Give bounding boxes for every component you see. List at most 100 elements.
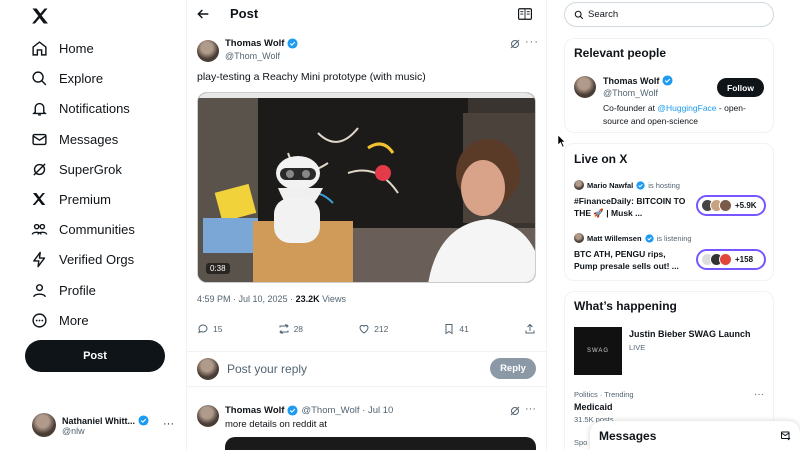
drawer-title: Messages [599, 429, 657, 443]
account-name: Nathaniel Whitt... [62, 415, 135, 426]
mouse-cursor-icon [558, 135, 566, 147]
event-status: LIVE [629, 343, 646, 352]
author-handle[interactable]: @Thom_Wolf [225, 51, 280, 61]
verified-badge-icon [636, 180, 645, 190]
verified-badge-icon [662, 75, 673, 86]
verified-badge-icon [644, 233, 654, 243]
more-options-icon[interactable]: ··· [754, 389, 764, 400]
share-action[interactable] [524, 323, 536, 335]
trend-category: Politics · Trending [574, 390, 634, 399]
bookmark-action[interactable]: 41 [443, 323, 469, 335]
nav-label: Profile [59, 282, 96, 298]
bell-icon [30, 99, 48, 117]
messages-drawer[interactable]: Messages [590, 421, 800, 450]
card-title: Live on X [574, 152, 628, 166]
tweet-actions: 15 28 212 41 [197, 323, 536, 335]
search-input[interactable]: Search [564, 2, 774, 27]
grok-icon[interactable] [509, 38, 521, 50]
tweet-text: play-testing a Reachy Mini prototype (wi… [197, 71, 426, 83]
avatar[interactable] [574, 76, 596, 98]
nav-label: Verified Orgs [59, 251, 135, 267]
person-handle[interactable]: @Thom_Wolf [603, 88, 658, 98]
back-arrow-icon[interactable] [195, 6, 211, 22]
like-action[interactable]: 212 [358, 323, 388, 335]
search-icon [30, 69, 48, 87]
reply-header: Thomas Wolf @Thom_Wolf · Jul 10 [225, 405, 393, 416]
reply-input[interactable]: Post your reply [227, 362, 307, 376]
live-status: is listening [656, 233, 692, 243]
relevant-people-card: Relevant people Thomas Wolf @Thom_Wolf F… [564, 38, 774, 133]
video-duration: 0:38 [206, 263, 230, 274]
more-options-icon[interactable]: ··· [525, 36, 539, 48]
video-player[interactable]: 0:38 [197, 92, 536, 283]
live-space-title[interactable]: #FinanceDaily: BITCOIN TO THE 🚀 | Musk .… [574, 195, 686, 219]
avatar [719, 253, 732, 266]
reader-mode-icon[interactable] [518, 8, 532, 20]
page-title: Post [230, 6, 259, 21]
nav-explore[interactable]: Explore [30, 66, 103, 90]
card-title: Relevant people [574, 46, 667, 60]
card-title: What’s happening [574, 299, 677, 313]
author-name-row[interactable]: Thomas Wolf [225, 38, 299, 49]
bio-text: Co-founder at [603, 103, 658, 113]
reply-author-name[interactable]: Thomas Wolf [225, 405, 284, 416]
live-host-name: Mario Nawfal [587, 180, 634, 190]
author-avatar[interactable] [197, 405, 219, 427]
repost-action[interactable]: 28 [278, 323, 303, 335]
live-space-title[interactable]: BTC ATH, PENGU rips, Pump presale sells … [574, 248, 686, 272]
avatar [574, 180, 584, 190]
nav-supergrok[interactable]: SuperGrok [30, 157, 122, 181]
avatar [32, 413, 56, 437]
nav-notifications[interactable]: Notifications [30, 96, 130, 120]
avatar [197, 358, 219, 380]
author-avatar[interactable] [197, 40, 219, 62]
reply-media[interactable] [225, 437, 536, 450]
live-host-name: Matt Willemsen [587, 233, 642, 243]
reply-count: 15 [213, 324, 223, 334]
person-bio: Co-founder at @HuggingFace - open-source… [603, 102, 768, 128]
live-host-row: Mario Nawfal is hosting [574, 180, 680, 190]
follow-button[interactable]: Follow [717, 78, 764, 97]
x-logo-icon[interactable] [30, 6, 50, 26]
listener-count: +158 [735, 255, 754, 264]
reply-composer: Post your reply Reply [187, 351, 546, 387]
compose-message-icon[interactable] [780, 430, 792, 442]
more-circle-icon [30, 311, 48, 329]
event-title[interactable]: Justin Bieber SWAG Launch [629, 329, 751, 339]
nav-label: SuperGrok [59, 161, 122, 177]
nav-verified-orgs[interactable]: Verified Orgs [30, 247, 134, 271]
grok-icon[interactable] [509, 405, 521, 417]
person-name-row[interactable]: Thomas Wolf [603, 75, 673, 86]
person-icon [30, 281, 48, 299]
post-button[interactable]: Post [25, 340, 165, 372]
x-icon [30, 190, 48, 208]
tweet-meta: 4:59 PM · Jul 10, 2025 · 23.2K Views [197, 294, 346, 304]
avatar [574, 233, 584, 243]
share-icon [525, 323, 535, 334]
live-on-x-card: Live on X Mario Nawfal is hosting #Finan… [564, 143, 774, 281]
view-count: 23.2K [295, 294, 320, 304]
nav-premium[interactable]: Premium [30, 187, 111, 211]
left-sidebar: Home Explore Notifications Messages Supe… [0, 0, 186, 450]
nav-more[interactable]: More [30, 308, 89, 332]
reply-action[interactable]: 15 [197, 323, 222, 335]
trend-category: Spo [574, 438, 588, 447]
bio-link[interactable]: @HuggingFace [657, 103, 716, 113]
tweet-timestamp[interactable]: 4:59 PM · Jul 10, 2025 · [197, 294, 296, 304]
views-label: Views [319, 294, 346, 304]
reply-meta: @Thom_Wolf · Jul 10 [301, 405, 394, 416]
event-image[interactable]: SWAG [574, 327, 622, 375]
reply-button[interactable]: Reply [490, 358, 536, 379]
nav-messages[interactable]: Messages [30, 127, 118, 151]
live-listeners[interactable]: +5.9K [696, 195, 766, 216]
account-switcher[interactable]: Nathaniel Whitt... @nlw ··· [32, 411, 182, 439]
nav-label: Notifications [59, 100, 130, 116]
nav-communities[interactable]: Communities [30, 217, 135, 241]
trend-name[interactable]: Medicaid [574, 402, 613, 412]
right-sidebar: Search Relevant people Thomas Wolf @Thom… [547, 0, 800, 450]
more-options-icon[interactable]: ··· [525, 403, 536, 415]
verified-badge-icon [287, 38, 299, 49]
live-listeners[interactable]: +158 [696, 249, 766, 270]
nav-home[interactable]: Home [30, 36, 94, 60]
nav-profile[interactable]: Profile [30, 278, 96, 302]
